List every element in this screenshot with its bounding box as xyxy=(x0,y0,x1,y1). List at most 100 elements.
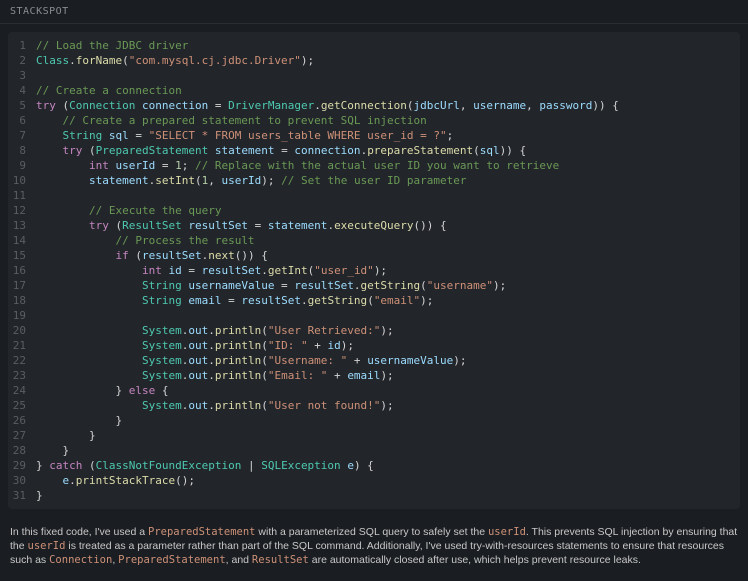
code-line: 17 String usernameValue = resultSet.getS… xyxy=(8,278,740,293)
code-line: 4// Create a connection xyxy=(8,83,740,98)
line-number: 25 xyxy=(8,398,36,413)
line-content: // Execute the query xyxy=(36,203,740,218)
line-number: 4 xyxy=(8,83,36,98)
code-line: 15 if (resultSet.next()) { xyxy=(8,248,740,263)
line-number: 28 xyxy=(8,443,36,458)
line-content: } catch (ClassNotFoundException | SQLExc… xyxy=(36,458,740,473)
code-line: 21 System.out.println("ID: " + id); xyxy=(8,338,740,353)
code-line: 7 String sql = "SELECT * FROM users_tabl… xyxy=(8,128,740,143)
code-line: 18 String email = resultSet.getString("e… xyxy=(8,293,740,308)
line-number: 12 xyxy=(8,203,36,218)
line-number: 16 xyxy=(8,263,36,278)
line-content: statement.setInt(1, userId); // Set the … xyxy=(36,173,740,188)
line-content: } else { xyxy=(36,383,740,398)
line-number: 8 xyxy=(8,143,36,158)
line-number: 11 xyxy=(8,188,36,203)
code-line: 28 } xyxy=(8,443,740,458)
line-number: 19 xyxy=(8,308,36,323)
description-text: , and xyxy=(226,554,252,566)
line-content: String usernameValue = resultSet.getStri… xyxy=(36,278,740,293)
code-line: 31} xyxy=(8,488,740,503)
line-number: 10 xyxy=(8,173,36,188)
line-number: 9 xyxy=(8,158,36,173)
line-content: int id = resultSet.getInt("user_id"); xyxy=(36,263,740,278)
code-line: 2Class.forName("com.mysql.cj.jdbc.Driver… xyxy=(8,53,740,68)
line-content: System.out.println("ID: " + id); xyxy=(36,338,740,353)
line-content: try (Connection connection = DriverManag… xyxy=(36,98,740,113)
code-line: 1// Load the JDBC driver xyxy=(8,38,740,53)
line-content: try (PreparedStatement statement = conne… xyxy=(36,143,740,158)
line-number: 20 xyxy=(8,323,36,338)
line-content: // Load the JDBC driver xyxy=(36,38,740,53)
code-line: 12 // Execute the query xyxy=(8,203,740,218)
inline-code: PreparedStatement xyxy=(148,526,255,538)
line-number: 21 xyxy=(8,338,36,353)
line-content: e.printStackTrace(); xyxy=(36,473,740,488)
line-content: // Create a connection xyxy=(36,83,740,98)
line-content: int userId = 1; // Replace with the actu… xyxy=(36,158,740,173)
line-number: 29 xyxy=(8,458,36,473)
line-content: System.out.println("User not found!"); xyxy=(36,398,740,413)
line-content xyxy=(36,308,740,323)
code-line: 19 xyxy=(8,308,740,323)
line-content: // Create a prepared statement to preven… xyxy=(36,113,740,128)
line-number: 31 xyxy=(8,488,36,503)
line-number: 1 xyxy=(8,38,36,53)
code-line: 29} catch (ClassNotFoundException | SQLE… xyxy=(8,458,740,473)
code-line: 25 System.out.println("User not found!")… xyxy=(8,398,740,413)
line-number: 14 xyxy=(8,233,36,248)
code-line: 13 try (ResultSet resultSet = statement.… xyxy=(8,218,740,233)
line-content: System.out.println("Email: " + email); xyxy=(36,368,740,383)
line-number: 30 xyxy=(8,473,36,488)
line-number: 23 xyxy=(8,368,36,383)
line-number: 27 xyxy=(8,428,36,443)
line-content: if (resultSet.next()) { xyxy=(36,248,740,263)
code-line: 6 // Create a prepared statement to prev… xyxy=(8,113,740,128)
line-content: // Process the result xyxy=(36,233,740,248)
line-content: } xyxy=(36,443,740,458)
line-number: 2 xyxy=(8,53,36,68)
app-header: STACKSPOT xyxy=(0,0,748,24)
code-block[interactable]: 1// Load the JDBC driver2Class.forName("… xyxy=(8,32,740,509)
code-line: 27 } xyxy=(8,428,740,443)
code-line: 3 xyxy=(8,68,740,83)
inline-code: Connection xyxy=(49,554,112,566)
code-line: 30 e.printStackTrace(); xyxy=(8,473,740,488)
code-line: 23 System.out.println("Email: " + email)… xyxy=(8,368,740,383)
code-line: 24 } else { xyxy=(8,383,740,398)
line-content xyxy=(36,188,740,203)
line-number: 22 xyxy=(8,353,36,368)
description-text: In this fixed code, I've used a xyxy=(10,526,148,538)
line-number: 17 xyxy=(8,278,36,293)
inline-code: PreparedStatement xyxy=(118,554,225,566)
code-line: 20 System.out.println("User Retrieved:")… xyxy=(8,323,740,338)
description-text: are automatically closed after use, whic… xyxy=(309,554,641,566)
code-line: 5try (Connection connection = DriverMana… xyxy=(8,98,740,113)
line-number: 7 xyxy=(8,128,36,143)
line-content xyxy=(36,68,740,83)
line-content: } xyxy=(36,428,740,443)
code-line: 10 statement.setInt(1, userId); // Set t… xyxy=(8,173,740,188)
explanation-text: In this fixed code, I've used a Prepared… xyxy=(0,517,748,575)
line-content: } xyxy=(36,413,740,428)
line-content: System.out.println("Username: " + userna… xyxy=(36,353,740,368)
line-number: 18 xyxy=(8,293,36,308)
inline-code: userId xyxy=(28,540,66,552)
app-title: STACKSPOT xyxy=(10,6,69,17)
line-content: String email = resultSet.getString("emai… xyxy=(36,293,740,308)
code-line: 16 int id = resultSet.getInt("user_id"); xyxy=(8,263,740,278)
line-number: 15 xyxy=(8,248,36,263)
code-line: 8 try (PreparedStatement statement = con… xyxy=(8,143,740,158)
inline-code: userId xyxy=(488,526,526,538)
line-content: String sql = "SELECT * FROM users_table … xyxy=(36,128,740,143)
line-number: 13 xyxy=(8,218,36,233)
line-number: 3 xyxy=(8,68,36,83)
line-number: 26 xyxy=(8,413,36,428)
line-content: System.out.println("User Retrieved:"); xyxy=(36,323,740,338)
line-number: 6 xyxy=(8,113,36,128)
line-number: 24 xyxy=(8,383,36,398)
code-line: 14 // Process the result xyxy=(8,233,740,248)
description-text: with a parameterized SQL query to safely… xyxy=(255,526,487,538)
line-number: 5 xyxy=(8,98,36,113)
code-line: 26 } xyxy=(8,413,740,428)
